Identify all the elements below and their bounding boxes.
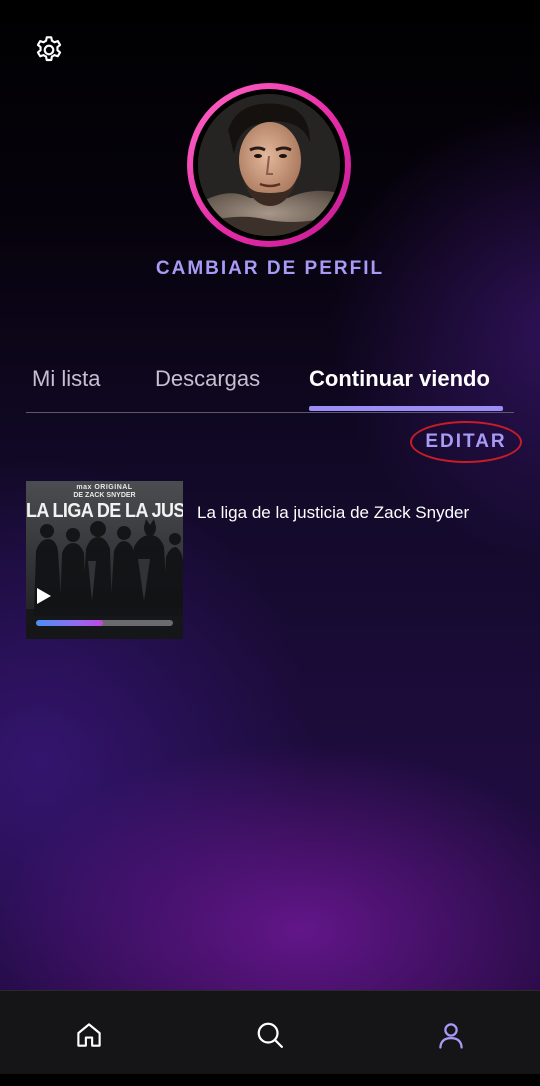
poster-title: LA LIGA DE LA JUSTICIA <box>26 498 183 522</box>
progress-fill <box>36 620 104 626</box>
profile-avatar[interactable] <box>187 83 351 247</box>
tab-continuar-viendo[interactable]: Continuar viendo <box>309 366 490 392</box>
content-tabs: Mi lista Descargas Continuar viendo <box>26 362 514 413</box>
tab-mi-lista[interactable]: Mi lista <box>32 366 100 392</box>
tab-descargas[interactable]: Descargas <box>155 366 260 392</box>
avatar-image <box>198 94 340 236</box>
gear-icon <box>33 34 65 66</box>
settings-button[interactable] <box>33 34 65 66</box>
bottom-navigation <box>0 990 540 1075</box>
progress-bar <box>36 620 173 626</box>
edit-button[interactable]: EDITAR <box>410 421 522 463</box>
switch-profile-button[interactable]: CAMBIAR DE PERFIL <box>0 258 540 280</box>
search-icon[interactable] <box>255 1020 285 1050</box>
play-icon[interactable] <box>37 588 51 604</box>
poster-brand: max ORIGINAL <box>76 484 133 491</box>
active-tab-indicator <box>309 406 503 411</box>
content-thumbnail[interactable]: max ORIGINAL DE ZACK SNYDER LA LIGA DE L… <box>26 481 183 639</box>
item-title[interactable]: La liga de la justicia de Zack Snyder <box>197 500 497 525</box>
profile-icon[interactable] <box>436 1020 466 1050</box>
avatar-frame <box>193 89 345 241</box>
system-bar <box>0 1074 540 1086</box>
home-icon[interactable] <box>74 1020 104 1050</box>
list-item[interactable]: max ORIGINAL DE ZACK SNYDER LA LIGA DE L… <box>26 481 516 639</box>
